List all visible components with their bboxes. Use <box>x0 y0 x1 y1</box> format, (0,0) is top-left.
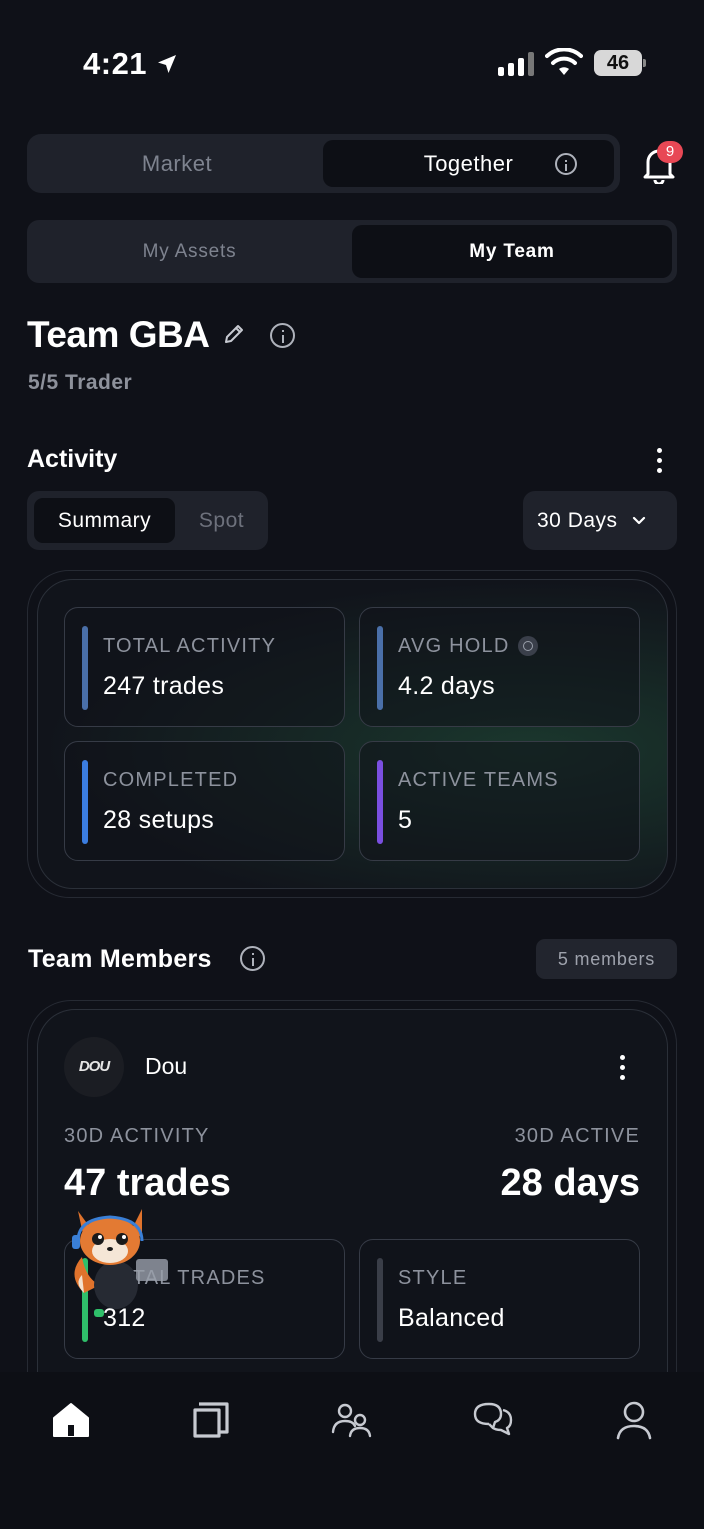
stat-label: ACTIVE TEAMS <box>398 769 559 791</box>
tab-market[interactable]: Market <box>27 134 327 193</box>
wifi-icon <box>545 48 583 75</box>
tab-my-assets[interactable]: My Assets <box>27 220 352 283</box>
together-info-icon[interactable] <box>555 153 577 175</box>
tab-users[interactable] <box>330 1398 374 1442</box>
stat-label: COMPLETED <box>103 769 239 791</box>
users-icon <box>331 1403 372 1438</box>
tab-chat[interactable] <box>471 1398 515 1442</box>
period-value: 30 Days <box>537 508 618 532</box>
tab-ledger[interactable] <box>189 1398 233 1442</box>
team-name: Team GBA <box>27 314 210 355</box>
period-dropdown[interactable]: 30 Days <box>523 491 677 550</box>
stat-card-completed: COMPLETED 28 setups <box>64 741 345 861</box>
home-icon <box>53 1403 89 1437</box>
activity-title: Activity <box>27 445 118 473</box>
tab-my-team[interactable]: My Team <box>352 225 672 278</box>
location-arrow-icon <box>158 55 177 73</box>
stat-value: Balanced <box>398 1304 505 1332</box>
stat-card-total-activity: TOTAL ACTIVITY 247 trades <box>64 607 345 727</box>
status-time: 4:21 <box>83 46 179 82</box>
stat-accent-bar <box>82 760 88 844</box>
stat-accent-bar <box>377 626 383 710</box>
trader-count: 5/5 Trader <box>28 371 133 394</box>
cellular-signal-icon <box>498 50 534 76</box>
member-activity-label: 30D ACTIVITY <box>64 1125 210 1147</box>
chevron-down-icon <box>632 516 645 524</box>
team-members-title: Team Members <box>28 945 212 973</box>
member-active-label: 30D ACTIVE <box>514 1125 640 1147</box>
stat-accent-bar <box>377 1258 383 1342</box>
status-bar: 4:21 46 <box>0 0 704 120</box>
notification-badge: 9 <box>657 141 683 163</box>
chat-icon <box>473 1402 513 1436</box>
stat-value: 28 setups <box>103 806 215 834</box>
status-time-text: 4:21 <box>83 46 148 81</box>
ledger-icon <box>193 1402 229 1438</box>
fox-mascot-icon[interactable] <box>64 1205 172 1317</box>
stat-accent-bar <box>82 626 88 710</box>
stat-value: 5 <box>398 806 413 834</box>
market-together-switch: Market Together <box>27 134 620 193</box>
stat-accent-bar <box>377 760 383 844</box>
assets-team-switch: My Assets My Team <box>27 220 677 283</box>
member-name: Dou <box>145 1053 188 1079</box>
team-members-info-icon[interactable] <box>240 946 265 971</box>
stat-label: TOTAL ACTIVITY <box>103 635 277 657</box>
bottom-tab-bar <box>0 1372 704 1529</box>
member-more-icon[interactable] <box>620 1055 626 1080</box>
stat-label: STYLE <box>398 1267 468 1289</box>
member-activity-value: 47 trades <box>64 1162 231 1204</box>
profile-icon <box>616 1401 652 1440</box>
battery-level: 46 <box>594 50 642 76</box>
activity-view-switch: Summary Spot <box>27 491 268 550</box>
member-active-value: 28 days <box>500 1162 640 1204</box>
stat-value: 247 trades <box>103 672 225 700</box>
avatar: DOU <box>64 1037 124 1097</box>
stat-card-avg-hold: AVG HOLD 4.2 days <box>359 607 640 727</box>
tab-summary[interactable]: Summary <box>34 498 175 543</box>
battery-icon: 46 <box>594 50 646 76</box>
avg-hold-info-icon[interactable] <box>518 636 538 656</box>
stat-label: AVG HOLD <box>398 635 510 657</box>
tab-spot[interactable]: Spot <box>175 491 268 550</box>
activity-more-icon[interactable] <box>657 448 663 473</box>
member-stat-style: STYLE Balanced <box>359 1239 640 1359</box>
tab-home[interactable] <box>49 1398 93 1442</box>
members-count-badge: 5 members <box>536 939 677 979</box>
stat-card-active-teams: ACTIVE TEAMS 5 <box>359 741 640 861</box>
team-info-icon[interactable] <box>270 323 295 348</box>
edit-pencil-icon[interactable] <box>222 322 246 346</box>
stat-value: 4.2 days <box>398 672 495 700</box>
tab-profile[interactable] <box>612 1398 656 1442</box>
